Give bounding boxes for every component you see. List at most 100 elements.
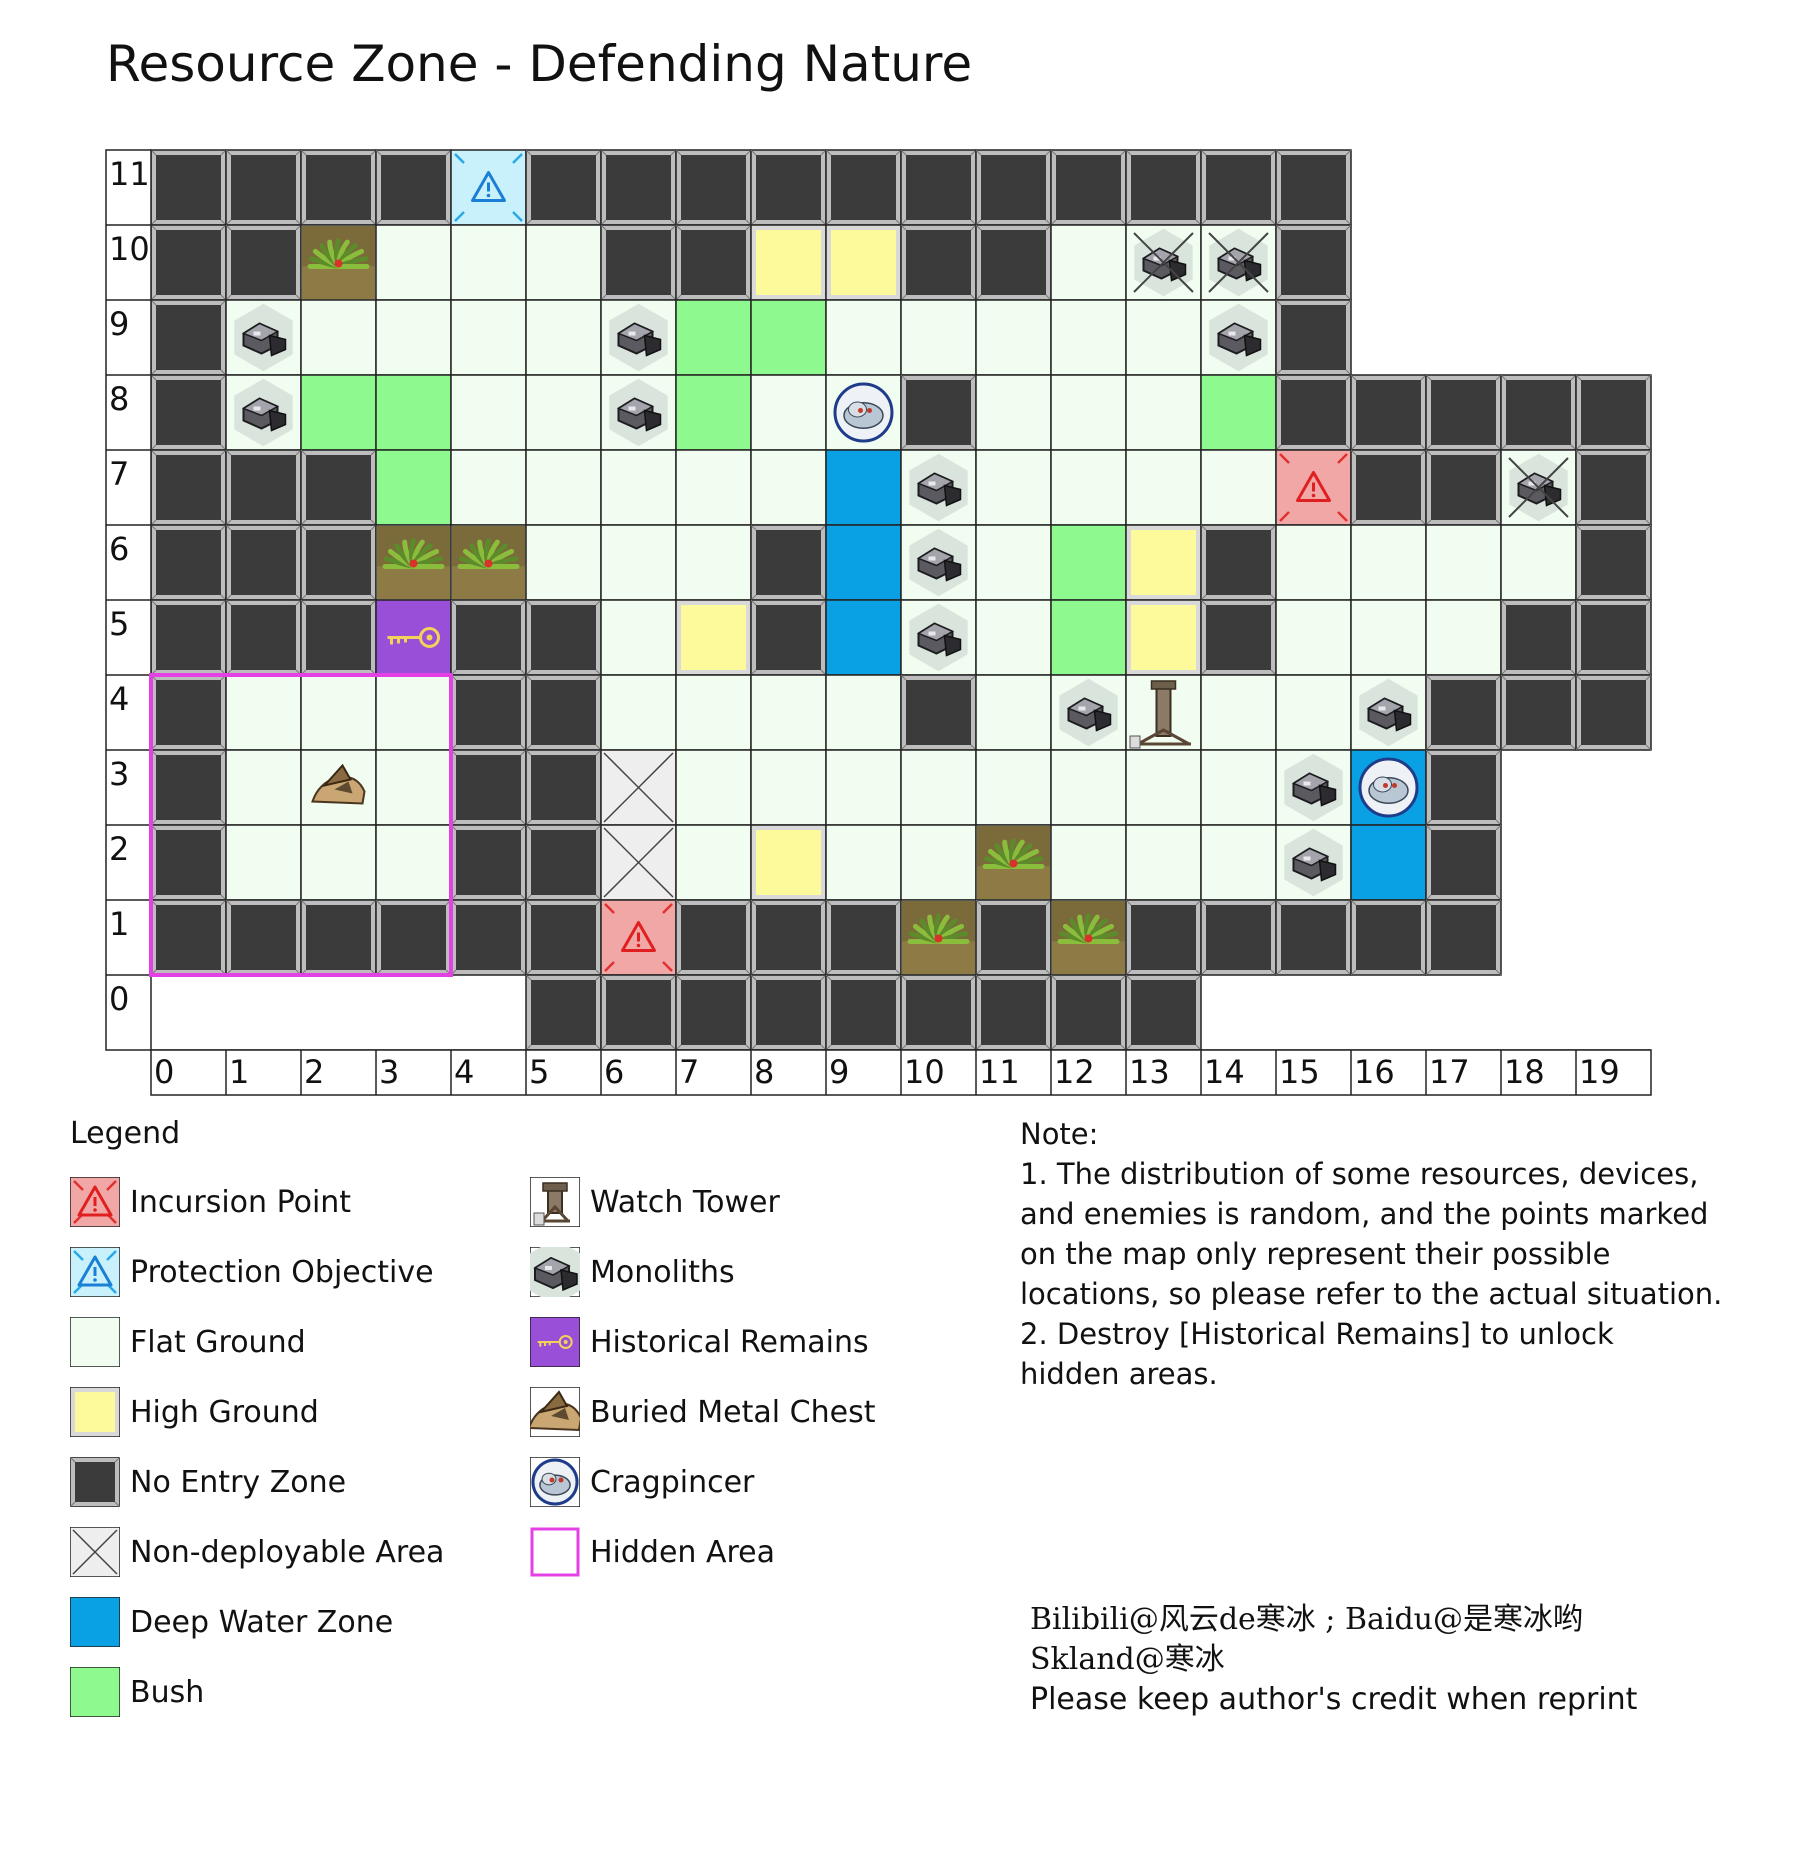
map-cell bbox=[900, 749, 977, 826]
column-label: 12 bbox=[1054, 1053, 1095, 1091]
credit-line: Please keep author's credit when reprint bbox=[1030, 1682, 1638, 1717]
tower-icon bbox=[529, 1176, 581, 1228]
legend-label: Flat Ground bbox=[130, 1324, 306, 1360]
map-cell bbox=[675, 749, 752, 826]
map-cell bbox=[525, 149, 602, 226]
map-cell bbox=[1350, 374, 1427, 451]
map-cell bbox=[975, 749, 1052, 826]
map-cell bbox=[900, 374, 977, 451]
shrub-icon bbox=[902, 901, 975, 974]
map-cell bbox=[150, 674, 227, 751]
map-cell bbox=[1425, 899, 1502, 976]
map-cell bbox=[525, 524, 602, 601]
map-cell bbox=[600, 674, 677, 751]
column-label: 8 bbox=[754, 1053, 774, 1091]
map-cell bbox=[825, 749, 902, 826]
map-cell bbox=[675, 149, 752, 226]
legend-label: Cragpincer bbox=[590, 1464, 755, 1500]
map-cell bbox=[1500, 599, 1577, 676]
map-cell bbox=[900, 974, 977, 1051]
map-cell bbox=[1425, 524, 1502, 601]
shrub-icon bbox=[377, 526, 450, 599]
legend-item-remains: Historical Remains bbox=[529, 1316, 869, 1368]
legend-heading: Legend bbox=[70, 1116, 181, 1151]
legend-label: Bush bbox=[130, 1674, 205, 1710]
map-cell bbox=[1425, 599, 1502, 676]
row-label: 11 bbox=[109, 155, 150, 193]
map-cell bbox=[225, 224, 302, 301]
map-cell bbox=[1050, 149, 1127, 226]
legend-item-tower: Watch Tower bbox=[529, 1176, 780, 1228]
map-cell bbox=[1125, 599, 1202, 676]
map-cell bbox=[1125, 299, 1202, 376]
row-label: 4 bbox=[109, 680, 129, 718]
remains-icon bbox=[529, 1316, 581, 1368]
map-cell bbox=[675, 674, 752, 751]
map-cell bbox=[1125, 899, 1202, 976]
map-cell bbox=[1275, 374, 1352, 451]
column-label: 2 bbox=[304, 1053, 324, 1091]
map-cell bbox=[1050, 599, 1127, 676]
map-cell bbox=[750, 449, 827, 526]
map-cell bbox=[825, 149, 902, 226]
column-label: 7 bbox=[679, 1053, 699, 1091]
map-cell bbox=[975, 974, 1052, 1051]
row-label: 9 bbox=[109, 305, 129, 343]
column-label: 18 bbox=[1504, 1053, 1545, 1091]
map-cells bbox=[150, 149, 1652, 1051]
note-line: on the map only represent their possible bbox=[1020, 1237, 1611, 1271]
map-cell bbox=[750, 749, 827, 826]
map-cell bbox=[450, 599, 527, 676]
map-cell bbox=[300, 299, 377, 376]
protection-icon bbox=[69, 1246, 121, 1298]
legend-item-flat: Flat Ground bbox=[69, 1316, 306, 1368]
map-cell bbox=[675, 599, 752, 676]
map-cell bbox=[150, 374, 227, 451]
column-label: 6 bbox=[604, 1053, 624, 1091]
map-cell bbox=[975, 674, 1052, 751]
map-cell bbox=[1125, 524, 1202, 601]
map-cell bbox=[600, 749, 677, 826]
map-cell bbox=[750, 899, 827, 976]
column-label: 15 bbox=[1279, 1053, 1320, 1091]
map-cell bbox=[1500, 374, 1577, 451]
shrub-icon bbox=[452, 526, 525, 599]
map-cell bbox=[1275, 674, 1352, 751]
map-cell bbox=[525, 974, 602, 1051]
map-cell bbox=[1125, 149, 1202, 226]
chest-icon bbox=[527, 1386, 583, 1438]
map-cell bbox=[450, 899, 527, 976]
map-cell bbox=[375, 749, 452, 826]
map-cell bbox=[1575, 449, 1652, 526]
column-label: 13 bbox=[1129, 1053, 1170, 1091]
column-label: 0 bbox=[154, 1053, 174, 1091]
map-cell bbox=[1200, 149, 1277, 226]
map-cell bbox=[525, 674, 602, 751]
map-cell bbox=[1200, 374, 1277, 451]
map-cell bbox=[900, 299, 977, 376]
map-cell bbox=[1050, 974, 1127, 1051]
column-label: 5 bbox=[529, 1053, 549, 1091]
column-label: 17 bbox=[1429, 1053, 1470, 1091]
note-line: locations, so please refer to the actual… bbox=[1020, 1277, 1723, 1311]
map-cell bbox=[1275, 599, 1352, 676]
map-cell bbox=[975, 524, 1052, 601]
map-cell bbox=[150, 599, 227, 676]
column-label: 4 bbox=[454, 1053, 474, 1091]
map-cell bbox=[1125, 449, 1202, 526]
note-line: and enemies is random, and the points ma… bbox=[1020, 1197, 1709, 1231]
map-cell bbox=[1350, 599, 1427, 676]
credit-line: Bilibili@风云de寒冰 ; Baidu@是寒冰哟 bbox=[1030, 1602, 1584, 1637]
map-cell bbox=[1275, 524, 1352, 601]
flat-icon bbox=[69, 1316, 121, 1368]
map-cell bbox=[1200, 449, 1277, 526]
row-label: 5 bbox=[109, 605, 129, 643]
map-cell bbox=[1200, 674, 1277, 751]
row-label: 3 bbox=[109, 755, 129, 793]
map-cell bbox=[750, 374, 827, 451]
cragpincer-icon bbox=[529, 1456, 581, 1508]
map-cell bbox=[825, 299, 902, 376]
map-cell bbox=[150, 299, 227, 376]
note-line: hidden areas. bbox=[1020, 1357, 1218, 1391]
map-cell bbox=[675, 974, 752, 1051]
